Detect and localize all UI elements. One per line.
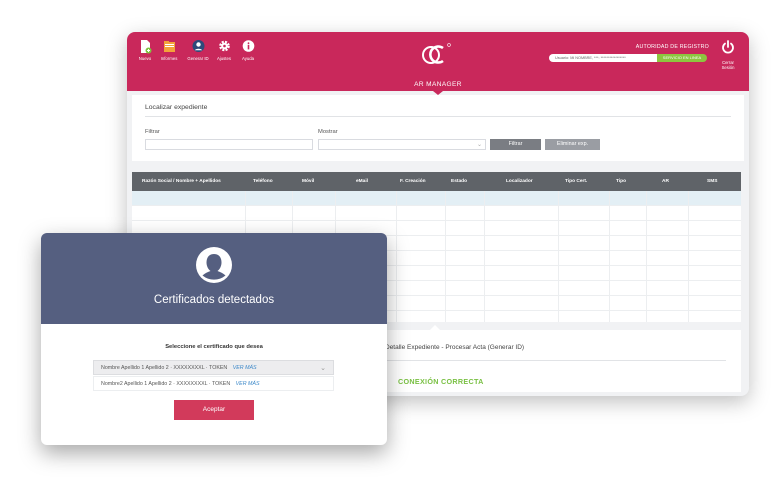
column-header[interactable]: F. Creación bbox=[400, 172, 426, 191]
nav-settings[interactable]: Ajustes bbox=[211, 39, 237, 62]
show-label: Mostrar bbox=[318, 129, 338, 135]
certificates-modal: Certificados detectados Seleccione el ce… bbox=[41, 233, 387, 445]
user-avatar-icon bbox=[196, 247, 232, 283]
column-divider bbox=[396, 191, 397, 322]
column-header[interactable]: Teléfono bbox=[253, 172, 273, 191]
table-row[interactable] bbox=[132, 191, 741, 206]
gear-icon bbox=[218, 40, 230, 52]
nav-new[interactable]: Nuevo bbox=[132, 39, 158, 62]
modal-header: Certificados detectados bbox=[41, 233, 387, 324]
column-header[interactable]: Localizador bbox=[506, 172, 533, 191]
column-divider bbox=[609, 191, 610, 322]
logout-label: Cerrar Sesión bbox=[721, 60, 735, 70]
column-header[interactable]: eMail bbox=[356, 172, 368, 191]
nav-label: Ayuda bbox=[241, 56, 255, 61]
column-header[interactable]: Tipo bbox=[616, 172, 626, 191]
connection-status: CONEXIÓN CORRECTA bbox=[398, 377, 484, 386]
certificate-text: Nombre Apellido 1 Apellido 2 · XXXXXXXXL… bbox=[101, 365, 228, 371]
user-id-icon bbox=[192, 40, 204, 52]
nav-generate-id[interactable]: Generar ID bbox=[185, 39, 211, 62]
ac-logo bbox=[422, 43, 451, 64]
online-service-button[interactable]: SERVICIO EN LINEA bbox=[657, 54, 707, 62]
column-header[interactable]: Móvil bbox=[302, 172, 314, 191]
divider bbox=[385, 360, 726, 361]
delete-record-button[interactable]: Eliminar exp. bbox=[545, 139, 600, 150]
column-divider bbox=[646, 191, 647, 322]
filter-input[interactable] bbox=[145, 139, 313, 150]
modal-prompt: Seleccione el certificado que desea bbox=[165, 344, 263, 350]
nav-reports[interactable]: Informes bbox=[156, 39, 182, 62]
filter-label: Filtrar bbox=[145, 129, 160, 135]
column-header[interactable]: Tipo Cert. bbox=[565, 172, 587, 191]
power-icon bbox=[722, 40, 734, 54]
folder-icon bbox=[163, 41, 175, 52]
column-divider bbox=[484, 191, 485, 322]
new-document-icon bbox=[140, 40, 151, 54]
column-divider bbox=[688, 191, 689, 322]
chevron-down-icon[interactable]: ⌄ bbox=[320, 361, 326, 376]
view-more-link[interactable]: VER MÁS bbox=[236, 381, 260, 387]
column-divider bbox=[558, 191, 559, 322]
filter-button[interactable]: Filtrar bbox=[490, 139, 541, 150]
nav-label: Nuevo bbox=[138, 56, 152, 61]
chevron-down-icon: ⌄ bbox=[476, 142, 482, 148]
info-icon bbox=[242, 40, 254, 52]
nav-help[interactable]: Ayuda bbox=[235, 39, 261, 62]
column-header[interactable]: AR bbox=[662, 172, 669, 191]
table-row[interactable] bbox=[132, 206, 741, 221]
certificate-option[interactable]: Nombre Apellido 1 Apellido 2 · XXXXXXXXL… bbox=[93, 360, 334, 375]
nav-label: Informes bbox=[160, 56, 178, 61]
detail-title: Detalle Expediente - Procesar Acta (Gene… bbox=[385, 344, 525, 351]
column-header[interactable]: SMS bbox=[707, 172, 717, 191]
certificate-text: Nombre2 Apellido 1 Apellido 2 · XXXXXXXX… bbox=[101, 381, 231, 387]
column-header[interactable]: Razón Social / Nombre + Apellidos bbox=[142, 172, 221, 191]
table-header: Razón Social / Nombre + Apellidos Teléfo… bbox=[132, 172, 741, 191]
modal-title: Certificados detectados bbox=[153, 294, 275, 306]
section-title: AR MANAGER bbox=[414, 81, 462, 88]
divider bbox=[145, 116, 731, 117]
search-panel-title: Localizar expediente bbox=[145, 104, 208, 111]
registration-authority-label: AUTORIDAD DE REGISTRO bbox=[635, 44, 709, 50]
nav-label: Ajustes bbox=[216, 56, 232, 61]
column-header[interactable]: Estado bbox=[451, 172, 467, 191]
nav-label: Generar ID bbox=[187, 56, 209, 61]
show-select[interactable]: ⌄ bbox=[318, 139, 486, 150]
user-info-field: Usuario: Mi NOMBRE, ***: ***************… bbox=[549, 54, 657, 62]
certificate-option[interactable]: Nombre2 Apellido 1 Apellido 2 · XXXXXXXX… bbox=[93, 376, 334, 391]
column-divider bbox=[445, 191, 446, 322]
header-bar: Nuevo Informes Generar ID Ajustes Ayuda … bbox=[127, 32, 749, 79]
search-panel: Localizar expediente Filtrar Mostrar ⌄ F… bbox=[132, 95, 744, 161]
accept-button[interactable]: Aceptar bbox=[174, 400, 254, 420]
logout-button[interactable]: Cerrar Sesión bbox=[716, 40, 740, 70]
view-more-link[interactable]: VER MÁS bbox=[233, 365, 257, 371]
